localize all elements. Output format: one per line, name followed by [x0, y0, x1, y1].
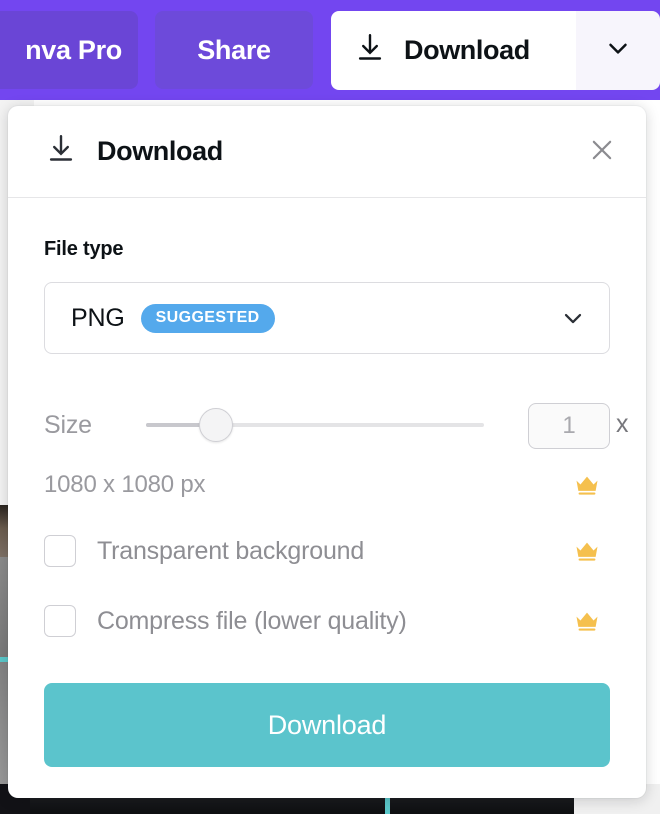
canva-pro-label: nva Pro: [25, 34, 122, 65]
download-dialog: Download File type PNG SUGGESTED Size 1 …: [8, 106, 646, 798]
download-arrow-icon: [353, 31, 387, 70]
transparent-background-row[interactable]: Transparent background: [44, 529, 610, 573]
suggested-badge: SUGGESTED: [140, 303, 275, 333]
download-arrow-icon: [44, 132, 78, 171]
crown-icon: [573, 537, 601, 565]
crown-icon: [573, 607, 601, 635]
dialog-title: Download: [97, 136, 223, 166]
dimensions-text: 1080 x 1080 px: [44, 471, 206, 498]
chevron-down-icon: [603, 33, 633, 68]
file-type-selected-value: PNG: [71, 303, 125, 332]
size-row: Size x: [44, 400, 629, 450]
crown-icon: [573, 471, 601, 499]
size-multiplier-input[interactable]: [528, 403, 610, 449]
transparent-background-label: Transparent background: [97, 536, 365, 565]
confirm-download-button[interactable]: Download: [44, 683, 610, 767]
size-slider-thumb[interactable]: [199, 408, 233, 442]
dialog-body: File type PNG SUGGESTED Size x: [8, 198, 646, 767]
compress-file-row[interactable]: Compress file (lower quality): [44, 599, 610, 643]
dimensions-row: 1080 x 1080 px: [44, 467, 610, 503]
topbar-download-button[interactable]: Download: [331, 11, 576, 90]
dialog-header: Download: [8, 106, 646, 198]
file-type-select[interactable]: PNG SUGGESTED: [44, 282, 610, 354]
editor-top-bar: nva Pro Share Download: [0, 0, 660, 100]
file-type-label: File type: [44, 238, 124, 260]
size-label: Size: [44, 410, 92, 439]
close-icon: [587, 135, 617, 170]
size-slider[interactable]: [146, 408, 484, 442]
compress-file-label: Compress file (lower quality): [97, 606, 407, 635]
chevron-down-icon: [559, 304, 587, 332]
size-unit-label: x: [616, 410, 629, 438]
transparent-background-checkbox[interactable]: [44, 535, 76, 567]
compress-file-checkbox[interactable]: [44, 605, 76, 637]
share-button[interactable]: Share: [155, 11, 313, 89]
topbar-download-dropdown-button[interactable]: [576, 11, 660, 90]
close-dialog-button[interactable]: [582, 132, 622, 172]
topbar-download-label: Download: [404, 35, 530, 65]
screen-root: nva Pro Share Download Download File typ…: [0, 0, 660, 814]
share-label: Share: [197, 34, 271, 65]
canva-pro-button[interactable]: nva Pro: [0, 11, 138, 89]
